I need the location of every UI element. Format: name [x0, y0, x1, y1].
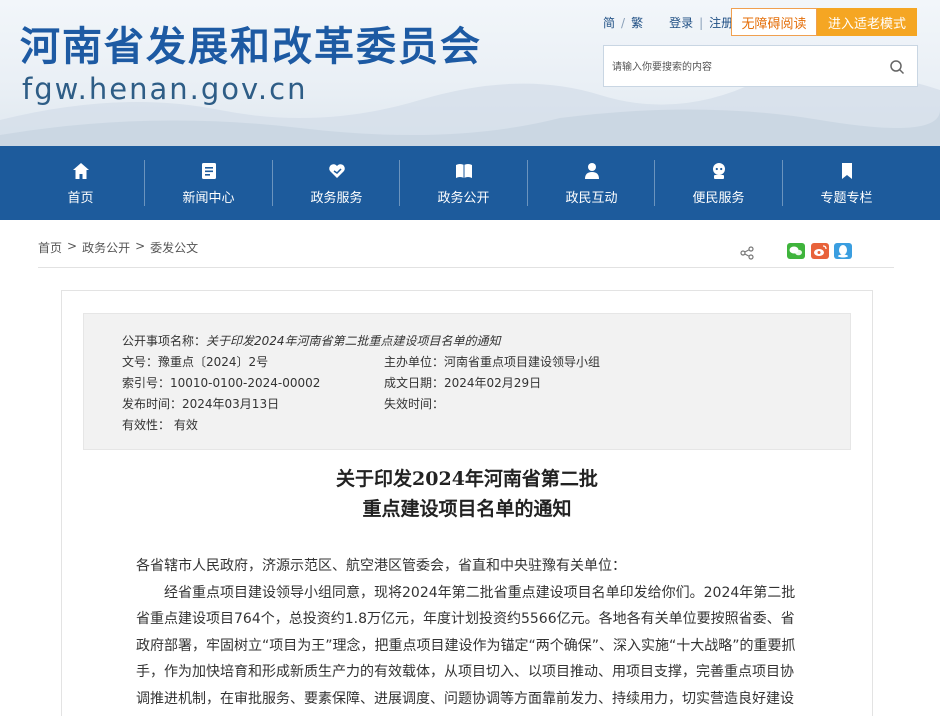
- nav-item-convenience[interactable]: 便民服务: [655, 146, 782, 220]
- nav-label: 便民服务: [692, 190, 745, 206]
- document-meta: 公开事项名称：关于印发2024年河南省第二批重点建设项目名单的通知 文号：豫重点…: [83, 313, 851, 450]
- heart-hand-icon: [328, 163, 345, 178]
- meta-expire-date: 失效时间：: [384, 397, 445, 411]
- meta-publish-date: 发布时间：2024年03月13日: [122, 397, 280, 411]
- site-title: 河南省发展和改革委员会: [20, 24, 482, 70]
- meta-validity: 有效性： 有效: [122, 418, 198, 432]
- nav-item-news[interactable]: 新闻中心: [145, 146, 272, 220]
- meta-subject: 公开事项名称：关于印发2024年河南省第二批重点建设项目名单的通知: [122, 332, 501, 349]
- site-url: fgw.henan.gov.cn: [22, 72, 308, 106]
- breadcrumb-separator: >: [135, 239, 146, 253]
- breadcrumb-separator: >: [67, 239, 78, 253]
- meta-created-date: 成文日期：2024年02月29日: [384, 376, 542, 390]
- nav-item-topics[interactable]: 专题专栏: [783, 146, 910, 220]
- breadcrumb: 首页 > 政务公开 > 委发公文: [38, 239, 198, 256]
- book-icon: [455, 163, 472, 178]
- meta-subject-value: 关于印发2024年河南省第二批重点建设项目名单的通知: [206, 334, 501, 348]
- lang-simplified-link[interactable]: 简: [603, 14, 615, 31]
- nav-item-public[interactable]: 政务公开: [400, 146, 527, 220]
- wechat-icon[interactable]: [787, 243, 805, 259]
- weibo-icon[interactable]: [811, 243, 829, 259]
- robot-icon: [712, 162, 725, 179]
- document-title-line1: 关于印发2024年河南省第二批: [336, 468, 598, 490]
- main-nav: 首页 新闻中心 政务服务 政务公开 政民互动 便民服务 专题专栏: [0, 146, 940, 220]
- nav-item-interaction[interactable]: 政民互动: [528, 146, 655, 220]
- breadcrumb-current[interactable]: 委发公文: [150, 239, 198, 256]
- breadcrumb-public[interactable]: 政务公开: [82, 239, 130, 256]
- site-header: 河南省发展和改革委员会 fgw.henan.gov.cn 简 / 繁 登录 | …: [0, 0, 940, 146]
- news-icon: [201, 162, 216, 179]
- home-icon: [72, 162, 89, 179]
- search-input[interactable]: [612, 56, 872, 78]
- meta-doc-no: 文号：豫重点〔2024〕2号: [122, 355, 269, 369]
- meta-subject-label: 公开事项名称：: [122, 334, 207, 348]
- document-paragraph: 经省重点项目建设领导小组同意，现将2024年第二批省重点建设项目名单印发给你们。…: [136, 584, 796, 707]
- nav-label: 首页: [67, 190, 94, 206]
- search-box: [603, 45, 918, 87]
- nav-item-home[interactable]: 首页: [17, 146, 144, 220]
- document-title-line2: 重点建设项目名单的通知: [362, 498, 572, 520]
- breadcrumb-bar: 首页 > 政务公开 > 委发公文: [38, 232, 894, 268]
- nav-label: 新闻中心: [182, 190, 235, 206]
- lang-traditional-link[interactable]: 繁: [631, 14, 643, 31]
- register-link[interactable]: 注册: [709, 14, 733, 31]
- breadcrumb-home[interactable]: 首页: [38, 239, 62, 256]
- meta-host-unit: 主办单位：河南省重点项目建设领导小组: [384, 355, 601, 369]
- nav-item-services[interactable]: 政务服务: [273, 146, 400, 220]
- meta-index-no: 索引号：10010-0100-2024-00002: [122, 376, 321, 390]
- qq-icon[interactable]: [834, 243, 852, 259]
- accessibility-button[interactable]: 无障碍阅读: [731, 8, 817, 36]
- people-icon: [584, 162, 599, 179]
- search-icon[interactable]: [889, 59, 905, 75]
- elder-mode-button[interactable]: 进入适老模式: [817, 8, 917, 36]
- bookmark-icon: [841, 162, 852, 179]
- document-body: 各省辖市人民政府，济源示范区、航空港区管委会，省直和中央驻豫有关单位： 经省重点…: [136, 553, 802, 716]
- top-links: 简 / 繁 登录 | 注册: [603, 14, 733, 31]
- nav-label: 政民互动: [565, 190, 618, 206]
- nav-label: 政务服务: [310, 190, 363, 206]
- nav-label: 专题专栏: [820, 190, 873, 206]
- lang-separator: /: [621, 15, 626, 30]
- document-title: 关于印发2024年河南省第二批 重点建设项目名单的通知: [83, 464, 851, 524]
- document-salutation: 各省辖市人民政府，济源示范区、航空港区管委会，省直和中央驻豫有关单位：: [136, 558, 626, 574]
- share-icon[interactable]: [740, 246, 754, 260]
- nav-label: 政务公开: [437, 190, 490, 206]
- login-link[interactable]: 登录: [669, 14, 693, 31]
- login-separator: |: [699, 15, 704, 30]
